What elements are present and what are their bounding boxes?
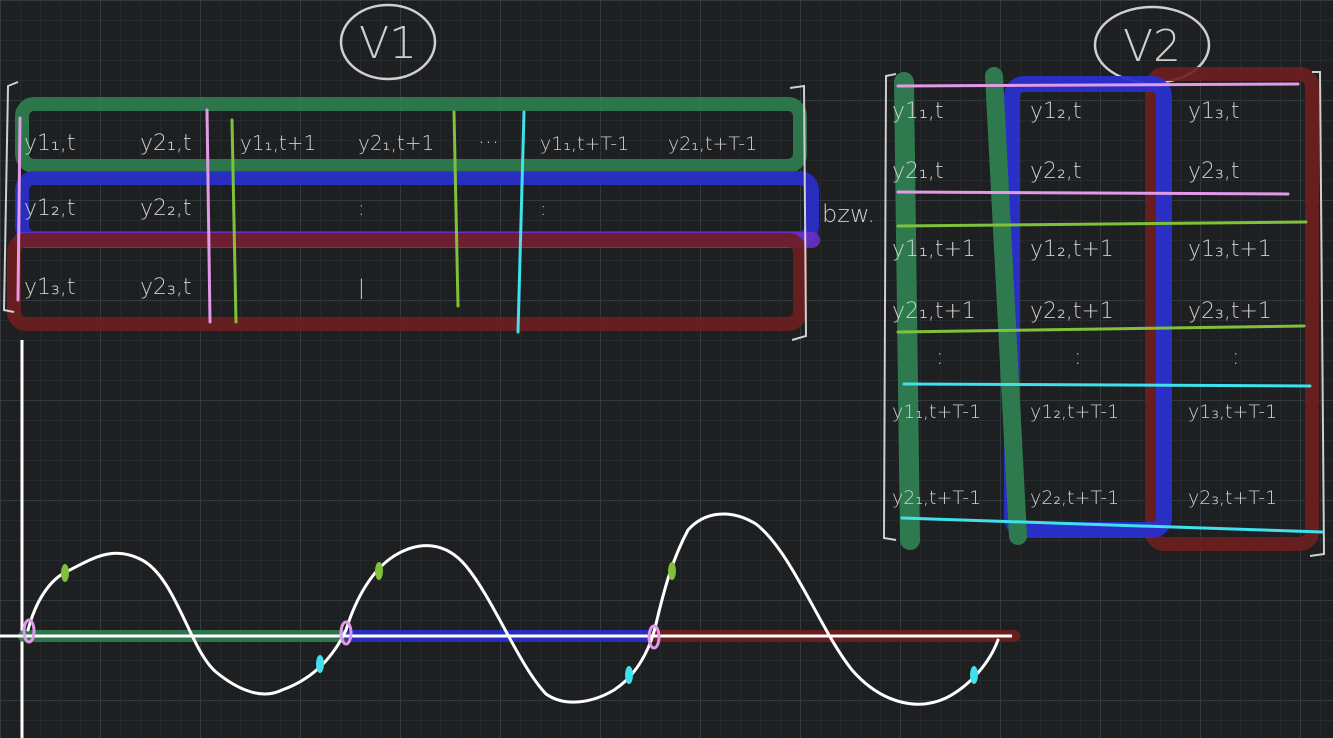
v2-cell-r2-c3: y2₃,t [1188,159,1239,184]
v2-lime-sep-1 [896,220,1308,228]
v1-cell-r2-c1: y1₂,t [24,196,75,221]
v1-pink-sep [205,108,212,324]
v1-cell-r1-c2: y2₁,t [140,131,191,156]
v1-cell-r1-c5: ··· [478,131,499,156]
v1-cell-r2-c2: y2₂,t [140,196,191,221]
v1-cell-r1-c3: y1₁,t+1 [240,131,316,155]
v2-lime-sep-2 [896,324,1306,334]
v1-cell-r1-c6: y1₁,t+T-1 [540,133,629,155]
v1-cell-r1-c1: y1₁,t [24,131,75,156]
v2-cell-r5-c1: : [936,345,943,370]
v1-row3-red-highlight [7,233,807,331]
v1-lime-sep-1 [230,118,238,324]
v2-cell-r7-c2: y2₂,t+T-1 [1030,487,1119,509]
lime-marker-3 [668,562,676,580]
v1-cyan-sep [516,110,526,334]
v2-cell-r4-c1: y2₁,t+1 [892,299,976,324]
cyan-marker-1 [316,655,324,673]
v1-brackets [2,81,808,341]
v1-matrix-text: y1₁,t y2₁,t y1₁,t+1 y2₁,t+1 ··· y1₁,t+T-1 y2₁,… [24,131,757,300]
v2-pink-sep [896,190,1290,196]
cyan-marker-2 [625,666,633,684]
v1-label-group: V1 [339,3,437,81]
whiteboard-canvas: V1 V2 y1₁,t y2₁,t y1₁,t+1 y2₁,t+1 ··· y1₁,t+T… [0,3,1326,738]
v2-cell-r2-c2: y2₂,t [1030,159,1081,184]
v2-cell-r6-c3: y1₃,t+T-1 [1188,401,1277,423]
v2-cell-r6-c2: y1₂,t+T-1 [1030,401,1119,423]
v1-cell-r1-c7: y2₁,t+T-1 [668,133,757,155]
bzw-label: bzw. [822,200,875,228]
v2-cell-r1-c2: y1₂,t [1030,99,1081,124]
v2-cell-r2-c1: y2₁,t [892,159,943,184]
v2-cell-r7-c3: y2₃,t+T-1 [1188,487,1277,509]
cyan-marker-3 [970,666,978,684]
v2-cyan-sep-1 [902,382,1312,388]
v2-cell-r7-c1: y2₁,t+T-1 [892,487,981,509]
v2-cell-r3-c2: y1₂,t+1 [1030,237,1114,262]
v2-pink-sep-top [896,82,1300,88]
lime-marker-2 [375,562,383,580]
v2-cell-r6-c1: y1₁,t+T-1 [892,401,981,423]
v2-cell-r5-c2: : [1074,345,1081,370]
v2-cell-r4-c2: y2₂,t+1 [1030,299,1114,324]
v1-lime-sep-2 [452,110,460,308]
v2-cell-r5-c3: : [1232,345,1239,370]
v2-label: V2 [1123,21,1181,72]
v1-cell-r3-c4: | [358,275,365,299]
v1-cell-r1-c4: y2₁,t+1 [358,131,434,155]
v2-cell-r3-c1: y1₁,t+1 [892,237,976,262]
v2-cell-r1-c3: y1₃,t [1188,99,1239,124]
v2-matrix-text: y1₁,t y1₂,t y1₃,t y2₁,t y2₂,t y2₃,t y1₁,t+1 y1₂… [892,99,1277,509]
v1-cell-r3-c1: y1₃,t [24,275,75,300]
v1-label: V1 [359,18,417,69]
v1-pink-sep-left [16,116,22,302]
v2-cell-r4-c3: y2₃,t+1 [1188,299,1272,324]
lime-marker-1 [61,564,69,582]
signal-graph [0,340,1020,738]
sine-wave-curve [26,512,1000,706]
v1-cell-r3-c2: y2₃,t [140,275,191,300]
v1-cell-r2-c4: : [358,196,365,220]
v2-cell-r3-c3: y1₃,t+1 [1188,237,1272,262]
v2-cell-r1-c1: y1₁,t [892,99,943,124]
v1-cell-r2-c6: : [540,198,546,220]
